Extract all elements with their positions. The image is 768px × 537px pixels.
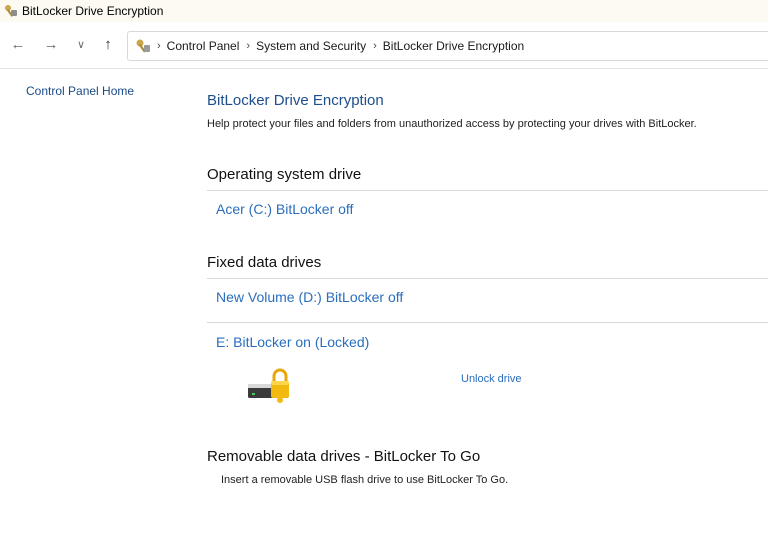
drive-d-link[interactable]: New Volume (D:) BitLocker off [216,289,403,305]
breadcrumb-separator: › [157,40,161,52]
section-divider [207,190,768,191]
removable-drives-heading: Removable data drives - BitLocker To Go [207,448,481,465]
breadcrumb-bitlocker[interactable]: BitLocker Drive Encryption [383,39,524,53]
page-description: Help protect your files and folders from… [207,118,697,130]
drive-e-link[interactable]: E: BitLocker on (Locked) [216,334,369,350]
fixed-drives-heading: Fixed data drives [207,254,322,271]
removable-drives-description: Insert a removable USB flash drive to us… [221,474,509,486]
control-panel-key-icon [136,39,150,53]
control-panel-home-link[interactable]: Control Panel Home [26,84,134,98]
window-title: BitLocker Drive Encryption [22,4,164,18]
recent-locations-chevron-icon[interactable]: ∨ [73,37,89,53]
os-drive-heading: Operating system drive [207,166,362,183]
page-title: BitLocker Drive Encryption [207,92,384,109]
drive-divider [207,322,768,323]
back-arrow-icon[interactable]: ← [10,37,26,53]
unlock-drive-link[interactable]: Unlock drive [461,373,522,385]
up-arrow-icon[interactable]: ↑ [100,37,116,53]
breadcrumb-separator: › [246,40,251,52]
address-bar[interactable]: › Control Panel › System and Security › … [127,31,768,61]
bitlocker-key-icon [5,5,17,17]
title-bar: BitLocker Drive Encryption [0,0,768,22]
breadcrumb-separator: › [373,40,377,52]
navigation-bar: ← → ∨ ↑ › Control Panel › System and Sec… [0,22,768,69]
drive-c-link[interactable]: Acer (C:) BitLocker off [216,201,353,217]
breadcrumb-control-panel[interactable]: Control Panel [167,39,240,53]
forward-arrow-icon[interactable]: → [43,37,59,53]
breadcrumb-system-and-security[interactable]: System and Security [256,39,366,53]
section-divider [207,278,768,279]
locked-drive-icon [248,368,289,403]
